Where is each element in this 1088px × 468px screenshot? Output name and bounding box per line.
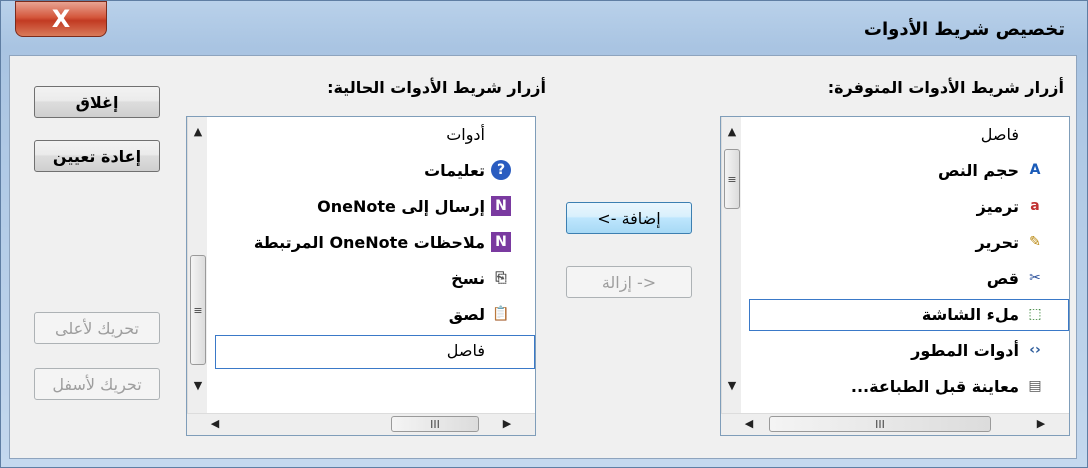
available-buttons-label: أزرار شريط الأدوات المتوفرة: — [827, 78, 1064, 97]
list-item[interactable]: أدوات — [446, 121, 485, 147]
scroll-thumb[interactable]: III — [769, 416, 991, 432]
scroll-right-arrow-icon[interactable]: ▶ — [1031, 417, 1051, 430]
list-item-label: حجم النص — [937, 160, 1019, 180]
list-item[interactable]: a ترميز — [977, 193, 1045, 219]
help-icon: ? — [491, 160, 511, 180]
pencil-icon: ✎ — [1029, 234, 1041, 250]
list-item-label: لصق — [448, 304, 485, 324]
move-down-button[interactable]: تحريك لأسفل — [34, 368, 160, 400]
grip-icon: III — [875, 417, 885, 431]
list-item[interactable]: فاصل — [981, 121, 1019, 147]
move-up-button[interactable]: تحريك لأعلى — [34, 312, 160, 344]
grip-icon: III — [430, 417, 440, 431]
fullscreen-icon: ⬚ — [1028, 306, 1042, 322]
copy-icon: ⎘ — [495, 270, 507, 286]
list-item[interactable]: N إرسال إلى OneNote — [317, 193, 511, 219]
selected-item-highlight — [215, 335, 535, 369]
list-item[interactable]: ⎘ نسخ — [451, 265, 511, 291]
dialog-window: تخصيص شريط الأدوات X أزرار شريط الأدوات … — [0, 0, 1088, 468]
available-vertical-scrollbar[interactable]: ▲ ≡ ▼ — [721, 117, 741, 413]
developer-tools-icon: ‹› — [1029, 342, 1041, 358]
scroll-down-arrow-icon[interactable]: ▼ — [188, 379, 208, 392]
dialog-client-area: أزرار شريط الأدوات المتوفرة: ▲ ≡ ▼ ◀ III… — [9, 55, 1077, 459]
list-item-label: ترميز — [976, 196, 1019, 216]
grip-icon: ≡ — [727, 172, 737, 186]
available-buttons-list[interactable]: ▲ ≡ ▼ ◀ III ▶ فاصل A حجم النص a ترميز ✎ تحرير ✂… — [720, 116, 1070, 436]
add-button[interactable]: إضافة -> — [566, 202, 692, 234]
list-item-label: ملاحظات OneNote المرتبطة — [253, 232, 485, 252]
list-item[interactable]: ⬚ ملء الشاشة — [922, 301, 1045, 327]
list-item-label: نسخ — [451, 268, 485, 288]
encoding-icon: a — [1030, 198, 1040, 214]
list-item-label: إرسال إلى OneNote — [317, 196, 485, 216]
list-item-label: معاينة قبل الطباعة... — [850, 376, 1019, 396]
current-buttons-list[interactable]: ▲ ≡ ▼ ◀ III ▶ أدوات? تعليمات N إرسال إلى On… — [186, 116, 536, 436]
list-item-label: فاصل — [446, 340, 485, 360]
scroll-thumb[interactable]: ≡ — [724, 149, 740, 209]
list-item-label: قص — [986, 268, 1019, 288]
list-item[interactable]: ✎ تحرير — [976, 229, 1045, 255]
scroll-thumb[interactable]: III — [391, 416, 479, 432]
window-close-button[interactable]: X — [15, 1, 107, 37]
list-item[interactable]: N ملاحظات OneNote المرتبطة — [254, 229, 511, 255]
scroll-up-arrow-icon[interactable]: ▲ — [722, 125, 742, 138]
list-item[interactable]: ? تعليمات — [424, 157, 511, 183]
scroll-up-arrow-icon[interactable]: ▲ — [188, 125, 208, 138]
close-button[interactable]: إغلاق — [34, 86, 160, 118]
list-item[interactable]: A حجم النص — [938, 157, 1045, 183]
list-item[interactable]: ✂ قص — [987, 265, 1045, 291]
scroll-left-arrow-icon[interactable]: ◀ — [205, 417, 225, 430]
list-item-label: ملء الشاشة — [921, 304, 1019, 324]
list-item-label: تعليمات — [424, 160, 485, 180]
reset-button[interactable]: إعادة تعيين — [34, 140, 160, 172]
list-item[interactable]: فاصل — [447, 337, 485, 363]
print-preview-icon: ▤ — [1028, 378, 1042, 394]
list-item[interactable]: ▤ معاينة قبل الطباعة... — [851, 373, 1045, 399]
onenote-send-icon: N — [491, 196, 511, 216]
window-title: تخصيص شريط الأدوات — [863, 19, 1065, 40]
current-vertical-scrollbar[interactable]: ▲ ≡ ▼ — [187, 117, 207, 413]
remove-button[interactable]: <- إزالة — [566, 266, 692, 298]
scroll-down-arrow-icon[interactable]: ▼ — [722, 379, 742, 392]
current-buttons-label: أزرار شريط الأدوات الحالية: — [327, 78, 546, 97]
scroll-left-arrow-icon[interactable]: ◀ — [739, 417, 759, 430]
scissors-icon: ✂ — [1029, 270, 1041, 286]
list-item[interactable]: 📋 لصق — [449, 301, 511, 327]
grip-icon: ≡ — [193, 303, 203, 317]
list-item[interactable]: ‹› أدوات المطور — [911, 337, 1045, 363]
onenote-linked-notes-icon: N — [491, 232, 511, 252]
scroll-right-arrow-icon[interactable]: ▶ — [497, 417, 517, 430]
available-horizontal-scrollbar[interactable]: ◀ III ▶ — [721, 413, 1069, 435]
scroll-thumb[interactable]: ≡ — [190, 255, 206, 365]
paste-icon: 📋 — [492, 306, 510, 322]
list-item-label: تحرير — [975, 232, 1019, 252]
list-item-label: فاصل — [980, 124, 1019, 144]
current-horizontal-scrollbar[interactable]: ◀ III ▶ — [187, 413, 535, 435]
list-item-label: أدوات المطور — [911, 340, 1019, 360]
list-item-label: أدوات — [446, 124, 485, 144]
text-size-icon: A — [1029, 162, 1041, 178]
